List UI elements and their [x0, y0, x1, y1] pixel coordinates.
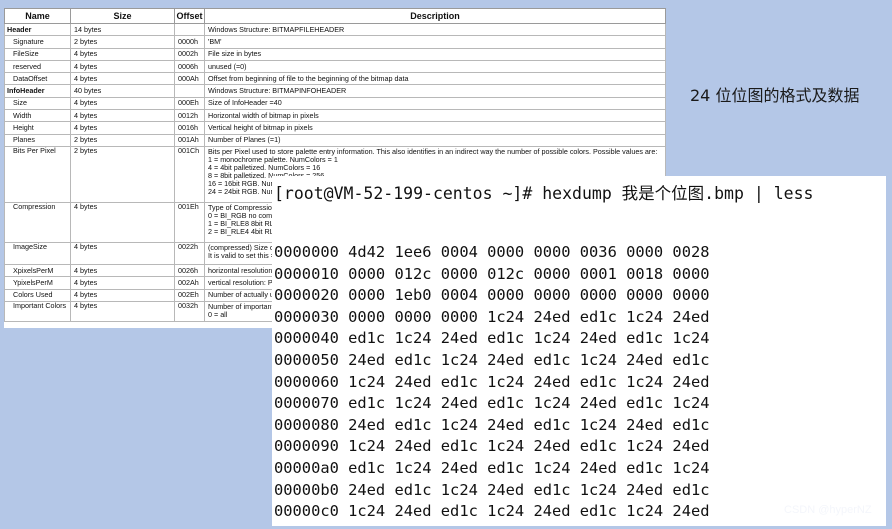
field-description: Offset from beginning of file to the beg…	[204, 72, 666, 86]
field-name: Signature	[4, 35, 71, 49]
field-name: Compression	[4, 201, 71, 243]
field-size: 2 bytes	[70, 133, 175, 147]
field-size: 4 bytes	[70, 263, 175, 278]
hexdump-line: 0000060 1c24 24ed ed1c 1c24 24ed ed1c 1c…	[274, 372, 710, 391]
hexdump-line: 00000b0 24ed ed1c 1c24 24ed ed1c 1c24 24…	[274, 480, 710, 499]
hexdump-line: 0000000 4d42 1ee6 0004 0000 0000 0036 00…	[274, 243, 710, 261]
hexdump-line: 0000050 24ed ed1c 1c24 24ed ed1c 1c24 24…	[274, 350, 710, 369]
column-header-size: Size	[70, 8, 175, 24]
hexdump-line: 0000020 0000 1eb0 0004 0000 0000 0000 00…	[274, 286, 710, 305]
watermark: CSDN @hyperNZ	[784, 504, 872, 516]
field-description: Horizontal width of bitmap in pixels	[204, 109, 666, 123]
field-name: Bits Per Pixel	[4, 145, 71, 203]
field-offset: 000Ah	[174, 72, 205, 86]
field-name: FileSize	[4, 47, 71, 61]
hexdump-line: 0000010 0000 012c 0000 012c 0000 0001 00…	[274, 264, 710, 283]
field-description: Vertical height of bitmap in pixels	[204, 121, 666, 135]
field-offset: 0032h	[174, 300, 205, 322]
field-size: 4 bytes	[70, 241, 175, 265]
figure-caption: 24 位位图的格式及数据	[690, 86, 860, 105]
hexdump-line: 0000070 ed1c 1c24 24ed ed1c 1c24 24ed ed…	[274, 394, 710, 413]
field-name: ImageSize	[4, 241, 71, 265]
field-description: 'BM'	[204, 35, 666, 49]
field-offset	[174, 22, 205, 37]
field-offset: 0002h	[174, 47, 205, 61]
field-offset: 0022h	[174, 241, 205, 265]
terminal-command-line: [root@VM-52-199-centos ~]# hexdump 我是个位图…	[274, 184, 814, 203]
hexdump-line: 0000030 0000 0000 0000 1c24 24ed ed1c 1c…	[274, 307, 710, 326]
field-name: YpixelsPerM	[4, 276, 71, 290]
field-size: 4 bytes	[70, 121, 175, 135]
field-description: Number of Planes (=1)	[204, 133, 666, 147]
field-size: 4 bytes	[70, 47, 175, 61]
table-row: reserved 4 bytes 0006h unused (=0)	[4, 59, 666, 74]
field-size: 4 bytes	[70, 96, 175, 111]
field-size: 40 bytes	[70, 84, 175, 98]
table-row: Signature 2 bytes 0000h 'BM'	[4, 35, 666, 49]
field-name: Important Colors	[4, 300, 71, 322]
field-name: DataOffset	[4, 72, 71, 86]
field-name: reserved	[4, 59, 71, 74]
field-name: XpixelsPerM	[4, 263, 71, 278]
hexdump-line: 0000090 1c24 24ed ed1c 1c24 24ed ed1c 1c…	[274, 437, 710, 456]
table-row: Size 4 bytes 000Eh Size of InfoHeader =40	[4, 96, 666, 111]
field-description: unused (=0)	[204, 59, 666, 74]
field-offset: 0000h	[174, 35, 205, 49]
table-row: Width 4 bytes 0012h Horizontal width of bit…	[4, 109, 666, 123]
field-name: Colors Used	[4, 288, 71, 302]
field-offset: 0026h	[174, 263, 205, 278]
column-header-name: Name	[4, 8, 71, 24]
field-name: InfoHeader	[4, 84, 71, 98]
field-name: Height	[4, 121, 71, 135]
field-offset: 002Ah	[174, 276, 205, 290]
field-description: Windows Structure: BITMAPINFOHEADER	[204, 84, 666, 98]
field-description: Windows Structure: BITMAPFILEHEADER	[204, 22, 666, 37]
table-row: DataOffset 4 bytes 000Ah Offset from beginn…	[4, 72, 666, 86]
field-offset: 0016h	[174, 121, 205, 135]
table-row: Planes 2 bytes 001Ah Number of Planes (=1)	[4, 133, 666, 147]
hexdump-output: 0000000 4d42 1ee6 0004 0000 0000 0036 00…	[274, 242, 710, 523]
field-size: 4 bytes	[70, 201, 175, 243]
field-description: File size in bytes	[204, 47, 666, 61]
field-offset: 000Eh	[174, 96, 205, 111]
field-size: 4 bytes	[70, 276, 175, 290]
field-offset: 001Eh	[174, 201, 205, 243]
table-row: Header 14 bytes Windows Structure: BITMAPF…	[4, 22, 666, 37]
field-size: 4 bytes	[70, 288, 175, 302]
field-size: 4 bytes	[70, 59, 175, 74]
hexdump-line: 0000080 24ed ed1c 1c24 24ed ed1c 1c24 24…	[274, 415, 710, 434]
field-description: Size of InfoHeader =40	[204, 96, 666, 111]
field-offset: 001Ah	[174, 133, 205, 147]
field-size: 14 bytes	[70, 22, 175, 37]
table-header-row: Name Size Offset Description	[4, 8, 666, 24]
field-size: 4 bytes	[70, 300, 175, 322]
field-name: Header	[4, 22, 71, 37]
field-offset: 002Eh	[174, 288, 205, 302]
field-size: 4 bytes	[70, 109, 175, 123]
table-row: Height 4 bytes 0016h Vertical height of bit…	[4, 121, 666, 135]
field-size: 4 bytes	[70, 72, 175, 86]
hexdump-line: 00000c0 1c24 24ed ed1c 1c24 24ed ed1c 1c…	[274, 502, 710, 521]
column-header-offset: Offset	[174, 8, 205, 24]
field-name: Width	[4, 109, 71, 123]
hexdump-line: 0000040 ed1c 1c24 24ed ed1c 1c24 24ed ed…	[274, 329, 710, 348]
table-row: InfoHeader 40 bytes Windows Structure: BIT…	[4, 84, 666, 98]
field-name: Planes	[4, 133, 71, 147]
field-size: 2 bytes	[70, 35, 175, 49]
terminal-screenshot: [root@VM-52-199-centos ~]# hexdump 我是个位图…	[272, 176, 886, 526]
field-offset	[174, 84, 205, 98]
field-offset: 0012h	[174, 109, 205, 123]
field-name: Size	[4, 96, 71, 111]
field-offset: 001Ch	[174, 145, 205, 203]
field-offset: 0006h	[174, 59, 205, 74]
field-size: 2 bytes	[70, 145, 175, 203]
hexdump-line: 00000a0 ed1c 1c24 24ed ed1c 1c24 24ed ed…	[274, 458, 710, 477]
table-row: FileSize 4 bytes 0002h File size in bytes	[4, 47, 666, 61]
column-header-description: Description	[204, 8, 666, 24]
